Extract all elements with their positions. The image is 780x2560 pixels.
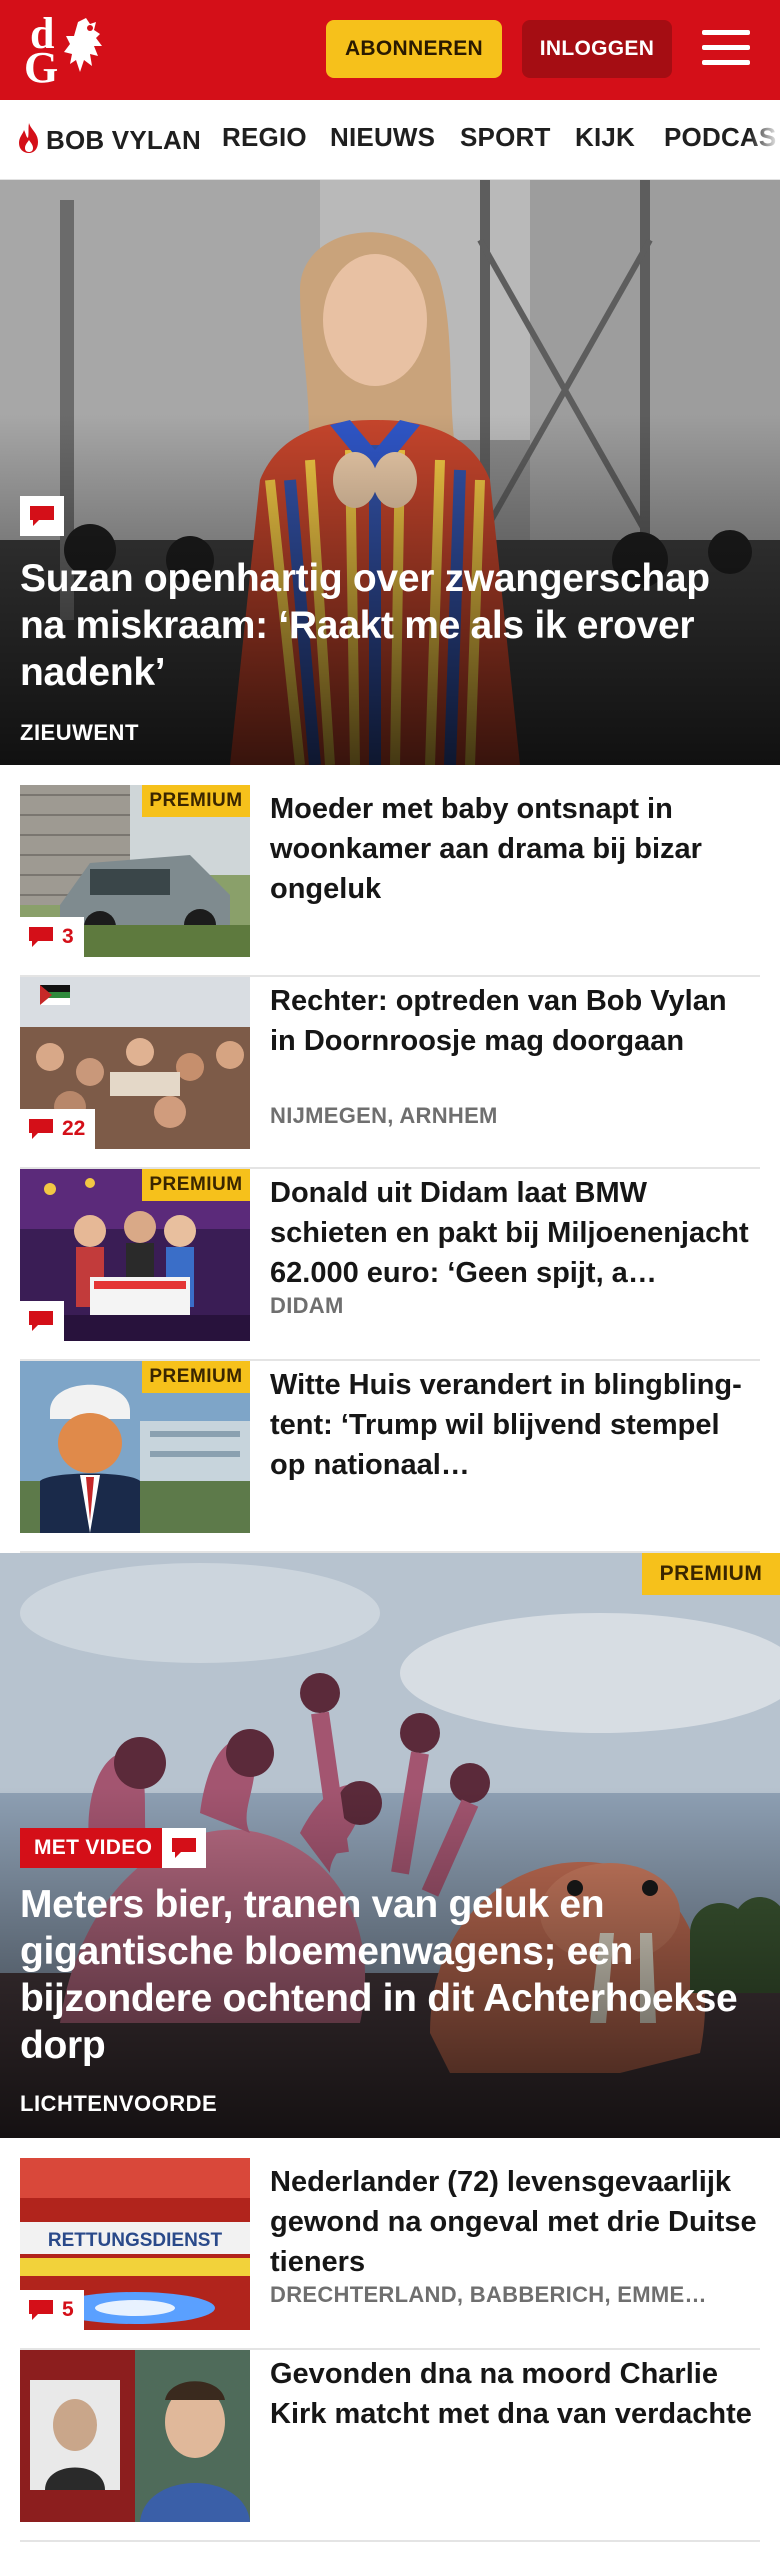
premium-badge: PREMIUM bbox=[642, 1553, 780, 1595]
login-button[interactable]: INLOGGEN bbox=[522, 20, 672, 78]
article-title: Donald uit Didam laat BMW schieten en pa… bbox=[270, 1177, 749, 1289]
article-thumbnail: PREMIUM 3 bbox=[20, 785, 250, 957]
article-location: DIDAM bbox=[270, 1293, 344, 1318]
article-thumbnail bbox=[20, 2350, 250, 2522]
article-title: Gevonden dna na moord Charlie Kirk match… bbox=[270, 2358, 752, 2430]
knight-logo-icon bbox=[64, 18, 102, 72]
comment-count: 3 bbox=[20, 917, 84, 957]
article-location: DRECHTERLAND, BABBERICH, EMME… bbox=[270, 2282, 707, 2307]
list-item[interactable]: 22 Rechter: optreden van Bob Vylan in Do… bbox=[20, 977, 760, 1169]
list-item[interactable]: Gevonden dna na moord Charlie Kirk match… bbox=[20, 2350, 760, 2542]
comment-count: 22 bbox=[20, 1109, 96, 1149]
article-title: Moeder met baby ontsnapt in woonkamer aa… bbox=[270, 793, 702, 905]
top-bar: d G ABONNEREN INLOGGEN bbox=[0, 0, 780, 100]
nav-item-kijk[interactable]: KIJK bbox=[575, 122, 635, 153]
comment-icon bbox=[29, 927, 53, 947]
subscribe-button[interactable]: ABONNEREN bbox=[326, 20, 502, 78]
comment-icon bbox=[29, 1311, 53, 1331]
article-thumbnail: 22 bbox=[20, 977, 250, 1149]
premium-badge: PREMIUM bbox=[142, 1361, 250, 1393]
hero-article-lichtenvoorde[interactable]: PREMIUM MET VIDEO Meters bier, tranen va… bbox=[0, 1553, 780, 2138]
list-item[interactable]: PREMIUM Donald uit Didam laat BMW schiet… bbox=[20, 1169, 760, 1361]
comment-icon bbox=[29, 1119, 53, 1139]
comment-count: 5 bbox=[20, 2290, 84, 2330]
hero-location: ZIEUWENT bbox=[20, 720, 139, 745]
svg-text:RETTUNGSDIENST: RETTUNGSDIENST bbox=[48, 2230, 223, 2251]
hamburger-icon[interactable] bbox=[700, 26, 752, 70]
article-title: Nederlander (72) levensgevaar­lijk gewon… bbox=[270, 2166, 757, 2278]
premium-badge: PREMIUM bbox=[142, 785, 250, 817]
article-title: Witte Huis verandert in blingbling-tent:… bbox=[270, 1369, 742, 1481]
article-location: NIJMEGEN, ARNHEM bbox=[270, 1103, 498, 1128]
hero-article-suzan[interactable]: Suzan openhartig over zwangerschap na mi… bbox=[0, 180, 780, 765]
flame-icon bbox=[19, 123, 38, 153]
list-item[interactable]: PREMIUM 3 Moeder met baby ontsnapt in wo… bbox=[20, 785, 760, 977]
video-badge: MET VIDEO bbox=[20, 1828, 167, 1868]
comment-count bbox=[20, 1301, 64, 1341]
list-item[interactable]: RETTUNGSDIENST 5 Nederlander (72) levens… bbox=[20, 2158, 760, 2350]
nav-item-regio[interactable]: REGIO bbox=[222, 122, 307, 153]
comment-icon bbox=[29, 2300, 53, 2320]
article-thumbnail: PREMIUM bbox=[20, 1169, 250, 1341]
premium-badge: PREMIUM bbox=[142, 1169, 250, 1201]
nav-item-nieuws[interactable]: NIEUWS bbox=[330, 122, 435, 153]
section-nav: BOB VYLAN REGIO NIEUWS SPORT KIJK PODCAS bbox=[0, 100, 780, 180]
article-thumbnail: RETTUNGSDIENST 5 bbox=[20, 2158, 250, 2330]
hero-title: Meters bier, tranen van geluk en giganti… bbox=[20, 1883, 738, 2067]
list-item[interactable]: PREMIUM Witte Huis verandert in blingbli… bbox=[20, 1361, 760, 1553]
site-logo[interactable]: d G bbox=[22, 12, 114, 90]
article-title: Rechter: optreden van Bob Vylan in Doorn… bbox=[270, 985, 727, 1057]
hero-title: Suzan openhartig over zwangerschap na mi… bbox=[20, 557, 710, 694]
hero-location: LICHTENVOORDE bbox=[20, 2091, 218, 2116]
comment-icon bbox=[162, 1828, 206, 1868]
nav-item-sport[interactable]: SPORT bbox=[460, 122, 551, 153]
article-thumbnail: PREMIUM bbox=[20, 1361, 250, 1533]
comment-icon bbox=[20, 496, 64, 536]
nav-item-bob-vylan[interactable]: BOB VYLAN bbox=[16, 122, 201, 156]
